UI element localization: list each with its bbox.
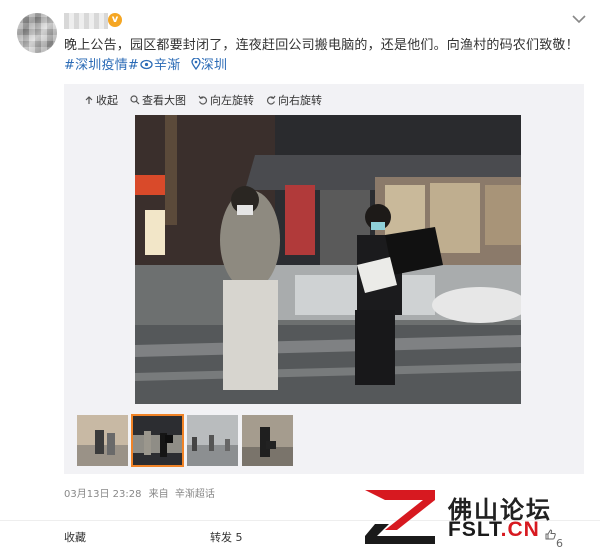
rotate-right-button[interactable]: 向右旋转 — [266, 92, 322, 108]
repost-button[interactable]: 转发 5 — [210, 529, 243, 545]
collapse-arrow-icon — [85, 96, 93, 104]
thumbnail-1-image — [77, 415, 128, 466]
thumbnail-4-image — [242, 415, 293, 466]
thumbnail-3[interactable] — [187, 415, 238, 466]
collapse-button[interactable]: 收起 — [84, 92, 118, 108]
rotate-left-button[interactable]: 向左旋转 — [198, 92, 254, 108]
post-text: 晚上公告，园区都要封闭了，连夜赶回公司搬电脑的，还是他们。向渔村的码农们致敬！ #… — [64, 36, 579, 76]
rotate-left-label: 向左旋转 — [210, 94, 254, 107]
username-blurred[interactable] — [64, 13, 108, 29]
post-meta: 03月13日 23:28 来自 辛渐超话 — [64, 485, 215, 500]
thumbnail-4[interactable] — [242, 415, 293, 466]
thumbnail-2-image — [132, 415, 183, 466]
mention-link[interactable]: 辛渐 — [139, 58, 180, 73]
chevron-down-icon[interactable] — [570, 10, 588, 28]
thumbnail-3-image — [187, 415, 238, 466]
post-date[interactable]: 03月13日 23:28 — [64, 489, 141, 500]
post-body: 晚上公告，园区都要封闭了，连夜赶回公司搬电脑的，还是他们。向渔村的码农们致敬！ — [64, 38, 579, 53]
magnifier-icon — [130, 95, 140, 105]
collapse-label: 收起 — [96, 94, 118, 107]
thumbnail-2[interactable] — [131, 414, 184, 467]
watermark-en-prefix: FSLT — [448, 518, 501, 541]
location-label: 深圳 — [200, 58, 228, 73]
super-topic-icon — [140, 59, 153, 70]
street-scene-image — [135, 115, 521, 404]
hashtag-link[interactable]: #深圳疫情# — [64, 58, 139, 73]
source-prefix: 来自 — [148, 489, 169, 500]
rotate-right-label: 向右旋转 — [278, 94, 322, 107]
thumbnail-1[interactable] — [77, 415, 128, 466]
view-large-button[interactable]: 查看大图 — [130, 92, 186, 108]
view-large-label: 查看大图 — [142, 94, 186, 107]
favorite-button[interactable]: 收藏 — [64, 529, 86, 545]
rotate-right-icon — [267, 95, 276, 105]
source-link[interactable]: 辛渐超话 — [175, 489, 215, 500]
location-pin-icon — [191, 57, 201, 71]
main-photo[interactable] — [135, 115, 521, 404]
watermark-en-suffix: .CN — [500, 518, 540, 541]
rotate-left-icon — [198, 95, 207, 105]
location-link[interactable]: 深圳 — [191, 57, 228, 73]
verified-badge-icon: v — [108, 13, 122, 27]
image-gallery: 收起 查看大图 向左旋转 向右旋转 — [64, 84, 584, 474]
gallery-toolbar: 收起 查看大图 向左旋转 向右旋转 — [84, 92, 322, 108]
thumbnail-strip — [77, 414, 293, 467]
watermark-en: FSLT.CN — [448, 518, 540, 542]
mention-label: 辛渐 — [154, 58, 181, 73]
avatar[interactable] — [17, 13, 57, 53]
